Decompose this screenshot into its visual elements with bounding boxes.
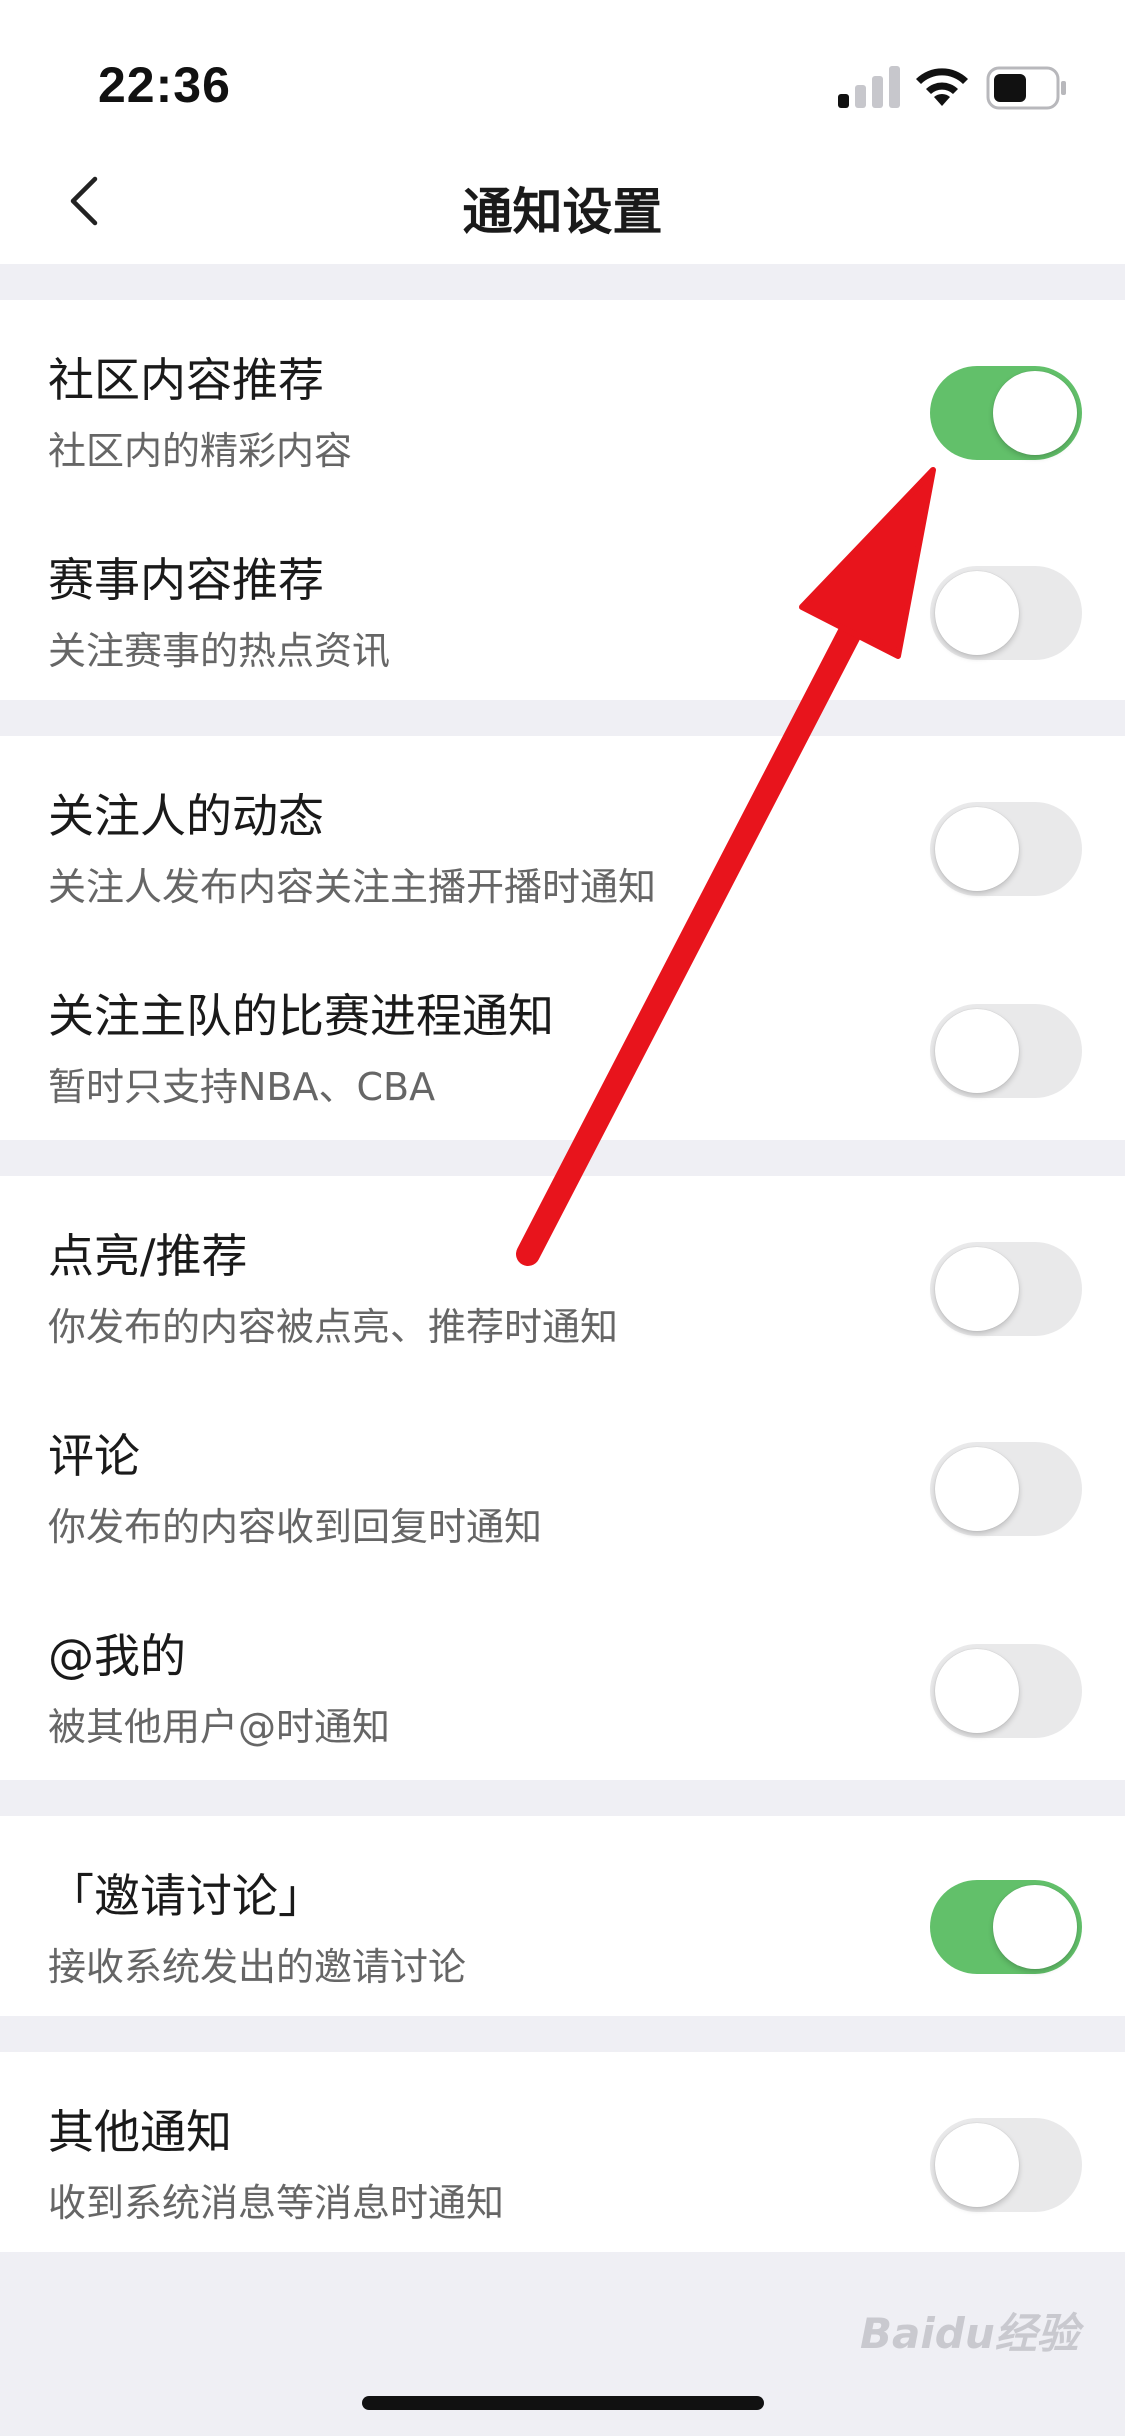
- navigation-bar: 通知设置: [0, 140, 1125, 264]
- setting-row-like-recommend: 点亮/推荐 你发布的内容被点亮、推荐时通知: [0, 1176, 1125, 1376]
- toggle-knob: [993, 371, 1077, 455]
- settings-group-follow: 关注人的动态 关注人发布内容关注主播开播时通知 关注主队的比赛进程通知 暂时只支…: [0, 736, 1125, 1140]
- setting-row-other: 其他通知 收到系统消息等消息时通知: [0, 2052, 1125, 2252]
- settings-group-interactions: 点亮/推荐 你发布的内容被点亮、推荐时通知 评论 你发布的内容收到回复时通知 @…: [0, 1176, 1125, 1780]
- comments-toggle[interactable]: [930, 1442, 1082, 1536]
- setting-description: 关注赛事的热点资讯: [48, 629, 391, 673]
- cellular-signal-icon: [838, 66, 900, 108]
- setting-row-team-progress: 关注主队的比赛进程通知 暂时只支持NBA、CBA: [0, 936, 1125, 1136]
- setting-row-community: 社区内容推荐 社区内的精彩内容: [0, 300, 1125, 500]
- setting-row-comments: 评论 你发布的内容收到回复时通知: [0, 1376, 1125, 1576]
- home-indicator[interactable]: [362, 2396, 764, 2410]
- status-time: 22:36: [98, 57, 231, 113]
- battery-icon: [986, 66, 1066, 110]
- setting-description: 收到系统消息等消息时通知: [48, 2181, 505, 2225]
- following-activity-toggle[interactable]: [930, 802, 1082, 896]
- settings-group-recommendations: 社区内容推荐 社区内的精彩内容 赛事内容推荐 关注赛事的热点资讯: [0, 300, 1125, 700]
- setting-description: 暂时只支持NBA、CBA: [48, 1065, 436, 1109]
- toggle-knob: [935, 1447, 1019, 1531]
- setting-title: 社区内容推荐: [48, 353, 324, 407]
- setting-title: 其他通知: [48, 2105, 232, 2159]
- settings-group-invitations: 「邀请讨论」 接收系统发出的邀请讨论: [0, 1816, 1125, 2016]
- setting-row-mentions: @我的 被其他用户@时通知: [0, 1576, 1125, 1776]
- setting-title: 关注人的动态: [48, 789, 324, 843]
- toggle-knob: [935, 2123, 1019, 2207]
- setting-row-match: 赛事内容推荐 关注赛事的热点资讯: [0, 500, 1125, 700]
- setting-title: @我的: [48, 1629, 186, 1683]
- setting-description: 接收系统发出的邀请讨论: [48, 1945, 467, 1989]
- setting-row-invite-discussion: 「邀请讨论」 接收系统发出的邀请讨论: [0, 1816, 1125, 2016]
- setting-title: 点亮/推荐: [48, 1229, 248, 1283]
- invite-discussion-toggle[interactable]: [930, 1880, 1082, 1974]
- setting-description: 关注人发布内容关注主播开播时通知: [48, 865, 657, 909]
- setting-title: 关注主队的比赛进程通知: [48, 989, 554, 1043]
- other-notifications-toggle[interactable]: [930, 2118, 1082, 2212]
- page-title: 通知设置: [462, 183, 663, 241]
- toggle-knob: [935, 571, 1019, 655]
- watermark-logo: Baidu经验: [860, 2309, 1079, 2358]
- mentions-toggle[interactable]: [930, 1644, 1082, 1738]
- setting-title: 「邀请讨论」: [48, 1869, 324, 1923]
- toggle-knob: [935, 1649, 1019, 1733]
- settings-group-other: 其他通知 收到系统消息等消息时通知: [0, 2052, 1125, 2252]
- team-progress-toggle[interactable]: [930, 1004, 1082, 1098]
- toggle-knob: [935, 807, 1019, 891]
- community-recommend-toggle[interactable]: [930, 366, 1082, 460]
- setting-description: 你发布的内容被点亮、推荐时通知: [48, 1305, 619, 1349]
- setting-row-following-activity: 关注人的动态 关注人发布内容关注主播开播时通知: [0, 736, 1125, 936]
- setting-title: 评论: [48, 1429, 140, 1483]
- wifi-icon: [916, 68, 968, 106]
- toggle-knob: [935, 1009, 1019, 1093]
- toggle-knob: [935, 1247, 1019, 1331]
- setting-title: 赛事内容推荐: [48, 553, 324, 607]
- setting-description: 社区内的精彩内容: [48, 429, 353, 473]
- like-recommend-toggle[interactable]: [930, 1242, 1082, 1336]
- toggle-knob: [993, 1885, 1077, 1969]
- setting-description: 你发布的内容收到回复时通知: [48, 1505, 543, 1549]
- setting-description: 被其他用户@时通知: [48, 1705, 391, 1749]
- match-recommend-toggle[interactable]: [930, 566, 1082, 660]
